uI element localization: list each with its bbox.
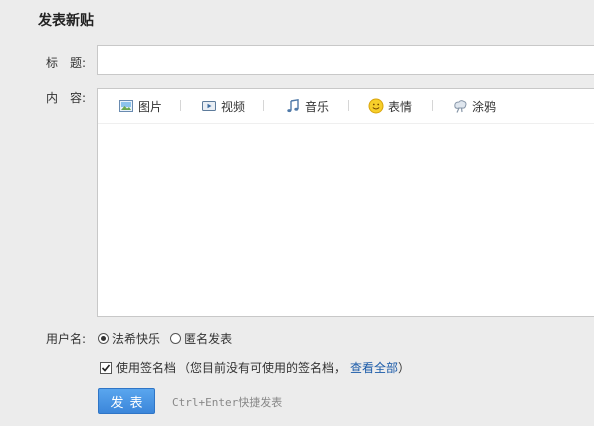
- music-icon: [285, 98, 301, 114]
- toolbar-image-label: 图片: [138, 99, 163, 114]
- toolbar-emoji-label: 表情: [388, 99, 413, 114]
- toolbar-emoji-button[interactable]: 表情: [368, 97, 412, 115]
- signature-checkbox[interactable]: [100, 361, 112, 374]
- page-title: 发表新贴: [38, 13, 94, 29]
- editor-toolbar: 图片 视频 音乐 表情 涂鸦: [98, 89, 594, 124]
- view-all-link[interactable]: 查看全部: [350, 359, 398, 376]
- signature-note: （您目前没有可使用的签名档，: [178, 361, 347, 375]
- toolbar-separator: [263, 100, 264, 111]
- toolbar-video-label: 视频: [221, 99, 246, 114]
- toolbar-doodle-button[interactable]: 涂鸦: [452, 97, 496, 115]
- username-row: 用户名: 法希快乐 匿名发表: [46, 330, 232, 347]
- doodle-icon: [452, 98, 468, 114]
- shortcut-text: 快捷发表: [238, 396, 283, 409]
- radio-named[interactable]: [98, 333, 110, 344]
- toolbar-separator: [180, 100, 181, 111]
- emoji-icon: [368, 98, 384, 114]
- username-label: 用户名:: [46, 332, 87, 346]
- toolbar-music-label: 音乐: [305, 99, 330, 114]
- toolbar-music-button[interactable]: 音乐: [285, 97, 329, 115]
- toolbar-video-button[interactable]: 视频: [201, 97, 245, 115]
- signature-row: 使用签名档 （您目前没有可使用的签名档， 查看全部 ）: [100, 359, 410, 376]
- shortcut-keys: Ctrl+Enter: [172, 396, 239, 409]
- title-label: 标 题:: [46, 56, 87, 70]
- username-option-named[interactable]: 法希快乐: [98, 330, 160, 347]
- content-textarea[interactable]: [98, 124, 594, 316]
- username-option-named-label: 法希快乐: [112, 332, 161, 346]
- post-button[interactable]: 发表: [98, 388, 155, 414]
- username-option-anonymous[interactable]: 匿名发表: [170, 330, 232, 347]
- username-option-anonymous-label: 匿名发表: [184, 332, 233, 346]
- toolbar-separator: [432, 100, 433, 111]
- video-icon: [201, 98, 217, 114]
- content-label: 内 容:: [46, 91, 87, 105]
- radio-anonymous[interactable]: [170, 333, 182, 344]
- signature-note-end: ）: [398, 361, 411, 375]
- checkmark-icon: [101, 363, 111, 372]
- toolbar-doodle-label: 涂鸦: [472, 99, 497, 114]
- title-input[interactable]: [97, 45, 594, 75]
- content-editor: 图片 视频 音乐 表情 涂鸦: [97, 88, 594, 317]
- image-icon: [118, 98, 134, 114]
- signature-label: 使用签名档: [116, 361, 177, 375]
- toolbar-image-button[interactable]: 图片: [118, 97, 162, 115]
- toolbar-separator: [348, 100, 349, 111]
- shortcut-hint: Ctrl+Enter快捷发表: [172, 394, 282, 410]
